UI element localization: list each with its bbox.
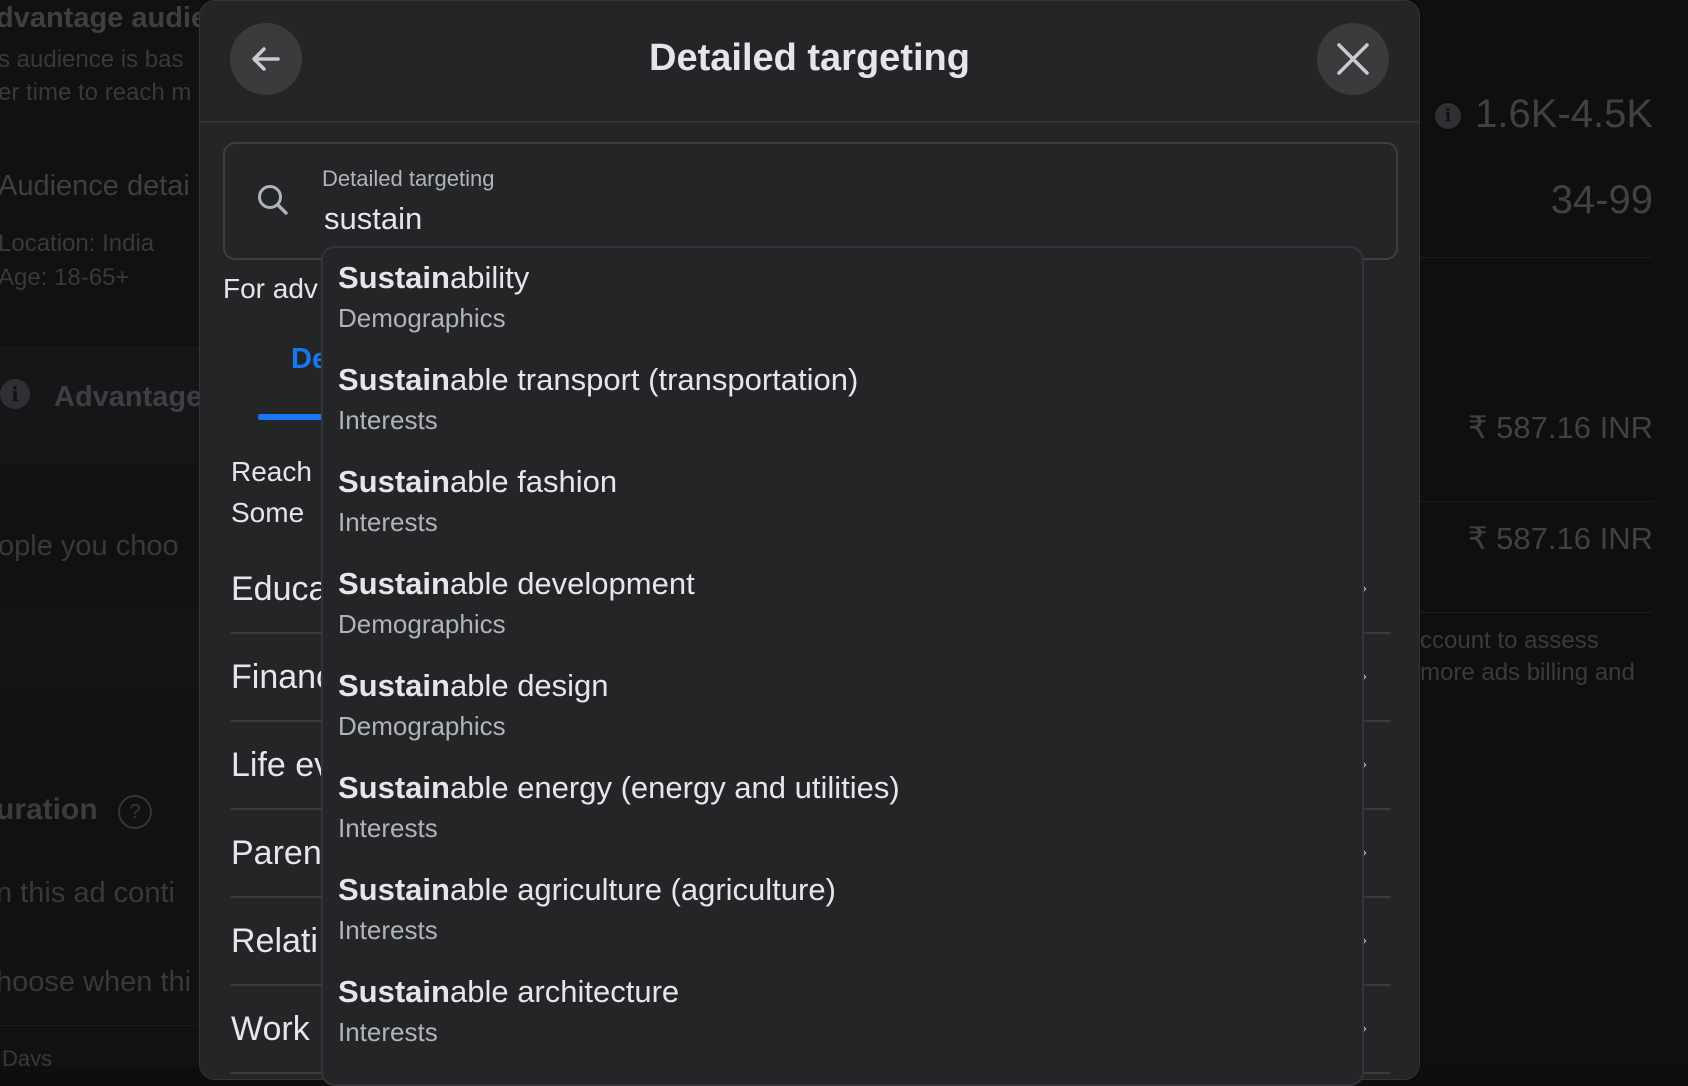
suggestion-item[interactable]: Sustainable design Demographics (323, 656, 1362, 758)
category-label: Relati (231, 921, 318, 960)
suggestion-name: Sustainable agriculture (agriculture) (338, 872, 836, 907)
background-stripe (0, 607, 200, 687)
suggestion-name: Sustainable architecture (338, 974, 680, 1009)
audience-location: Location: India (0, 230, 155, 257)
modal-header: Detailed targeting (200, 1, 1419, 123)
category-label: Educa (231, 569, 328, 608)
suggestion-item[interactable]: Sustainability Demographics (323, 248, 1362, 350)
suggestion-type: Interests (338, 507, 438, 537)
choose-when-text: hoose when thi (0, 966, 192, 998)
close-button[interactable] (1317, 23, 1389, 95)
close-icon (1337, 43, 1369, 75)
budget-value-1: ₹ 587.16 INR (1467, 410, 1653, 445)
audience-details-title: Audience detai (0, 170, 190, 202)
audience-age: Age: 18-65+ (0, 264, 130, 291)
advantage-info-box: i Advantage (0, 346, 200, 464)
category-label: Financ (231, 657, 334, 696)
suggestion-type: Demographics (338, 609, 506, 639)
divider (1420, 612, 1653, 613)
billing-note-2: more ads billing and (1420, 659, 1635, 686)
info-icon: i (0, 379, 30, 409)
advice-text: For adv (223, 273, 318, 304)
suggestion-type: Interests (338, 405, 438, 435)
billing-note-1: ccount to assess (1420, 627, 1599, 654)
category-label: Work (231, 1009, 310, 1048)
reach-description: Reach Some (231, 451, 312, 533)
suggestion-item[interactable]: Sustainable fashion Interests (323, 452, 1362, 554)
days-label: Days (2, 1046, 53, 1066)
search-icon (255, 182, 291, 223)
duration-title: uration (0, 793, 98, 826)
suggestion-item[interactable]: Sustainable agriculture (agriculture) In… (323, 860, 1362, 962)
advantage-audience-desc-1: s audience is bas (0, 46, 184, 73)
divider (1420, 257, 1653, 258)
suggestion-item[interactable]: Sustainable development Demographics (323, 554, 1362, 656)
suggestion-type: Interests (338, 1017, 438, 1047)
reach-line-1: Reach (231, 456, 312, 487)
suggestion-item[interactable]: Sustainable architecture Interests (323, 962, 1362, 1064)
reach-estimate: 1.6K-4.5K (1475, 92, 1653, 136)
background-left-panel: dvantage audie s audience is bas er time… (0, 0, 200, 1066)
suggestion-name: Sustainability (338, 260, 530, 295)
detailed-targeting-search[interactable]: Detailed targeting (223, 142, 1398, 260)
reach-line-2: Some (231, 497, 305, 528)
suggestion-type: Interests (338, 915, 438, 945)
advantage-audience-desc-2: er time to reach m (0, 79, 192, 106)
run-continuously-text: n this ad conti (0, 877, 175, 909)
suggestion-type: Interests (338, 813, 438, 843)
advantage-audience-title: dvantage audie (0, 2, 200, 34)
search-input[interactable] (324, 199, 1324, 239)
suggestion-type: Demographics (338, 303, 506, 333)
category-label: Paren (231, 833, 322, 872)
people-text: ople you choo (0, 530, 179, 562)
suggestions-dropdown: Sustainability Demographics Sustainable … (321, 246, 1364, 1086)
budget-value-2: ₹ 587.16 INR (1467, 521, 1653, 556)
suggestion-name: Sustainable fashion (338, 464, 618, 499)
divider (1420, 501, 1653, 502)
help-icon[interactable]: ? (118, 795, 152, 829)
modal-title: Detailed targeting (649, 37, 970, 79)
category-label: Life ev (231, 745, 332, 784)
suggestion-item[interactable]: Sustainable transport (transportation) I… (323, 350, 1362, 452)
estimate-info-icon[interactable]: i (1435, 103, 1461, 129)
suggestion-name: Sustainable energy (energy and utilities… (338, 770, 900, 805)
divider (0, 1025, 200, 1026)
suggestion-name: Sustainable development (338, 566, 695, 601)
suggestion-name: Sustainable design (338, 668, 609, 703)
advantage-label: Advantage (54, 381, 200, 413)
detailed-targeting-modal: Detailed targeting Detailed targeting Fo… (199, 0, 1420, 1086)
secondary-estimate: 34-99 (1550, 178, 1653, 222)
suggestion-item[interactable]: Sustainable energy (energy and utilities… (323, 758, 1362, 860)
suggestion-type: Demographics (338, 711, 506, 741)
suggestion-name: Sustainable transport (transportation) (338, 362, 859, 397)
search-field-label: Detailed targeting (322, 166, 495, 191)
